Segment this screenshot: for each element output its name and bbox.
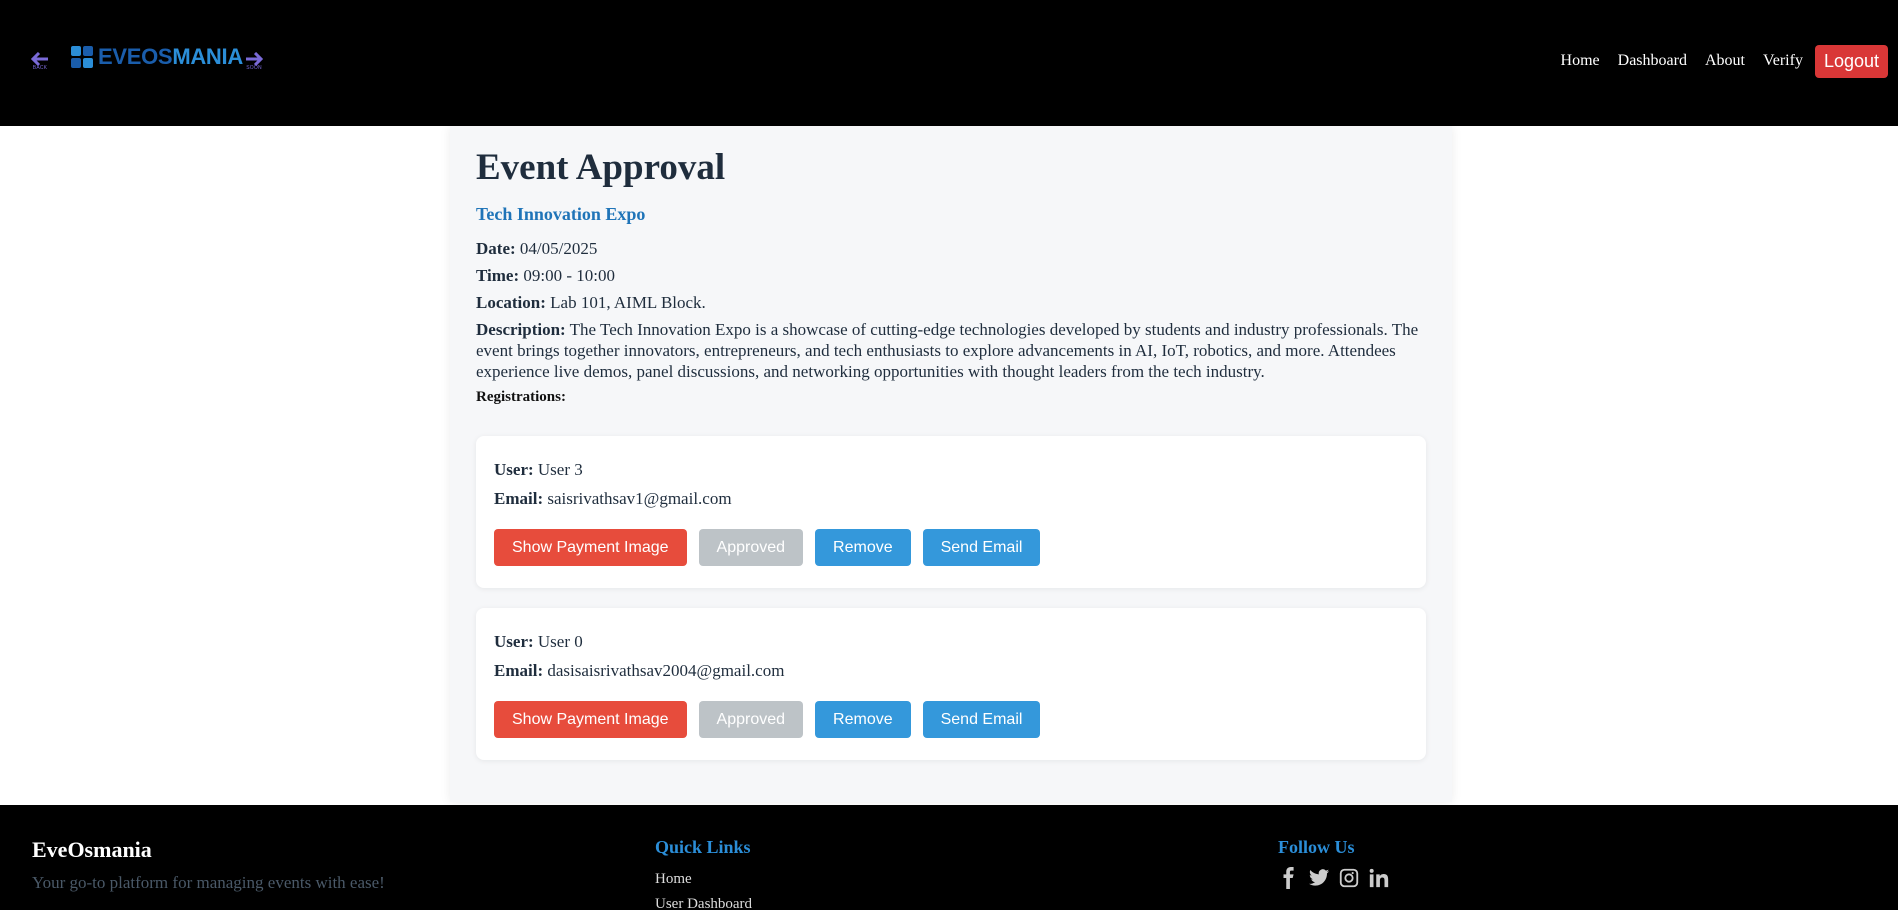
- approved-button[interactable]: Approved: [698, 529, 804, 566]
- event-approval-card: Event Approval Tech Innovation Expo Date…: [450, 126, 1452, 802]
- logo-icon: [71, 46, 93, 68]
- email-value: dasisaisrivathsav2004@gmail.com: [547, 661, 785, 680]
- logout-button[interactable]: Logout: [1814, 44, 1888, 78]
- time-label: Time:: [476, 266, 520, 285]
- registrations-label: Registrations:: [476, 389, 566, 405]
- location-value: Lab 101, AIML Block.: [550, 293, 706, 312]
- quick-links: Home User Dashboard: [655, 867, 752, 910]
- remove-button[interactable]: Remove: [815, 701, 911, 738]
- email-value: saisrivathsav1@gmail.com: [547, 489, 732, 508]
- arrow-right-icon: [246, 52, 263, 66]
- remove-button[interactable]: Remove: [815, 529, 911, 566]
- registration-card: User: User 0 Email: dasisaisrivathsav200…: [476, 608, 1426, 760]
- nav-verify[interactable]: Verify: [1763, 52, 1803, 70]
- nav-home[interactable]: Home: [1561, 52, 1600, 70]
- logo-text-part2: MANIA: [172, 44, 243, 69]
- user-value: User 0: [537, 632, 583, 651]
- twitter-icon[interactable]: [1308, 867, 1330, 889]
- registration-card: User: User 3 Email: saisrivathsav1@gmail…: [476, 436, 1426, 588]
- user-label: User:: [494, 460, 534, 479]
- send-email-button[interactable]: Send Email: [922, 529, 1041, 566]
- back-caption: BACK: [32, 65, 48, 71]
- soon-caption: SOON: [246, 65, 262, 71]
- footer: EveOsmania Your go-to platform for manag…: [0, 805, 1898, 910]
- registration-user: User: User 0: [494, 632, 1408, 652]
- show-payment-image-button[interactable]: Show Payment Image: [494, 529, 687, 566]
- show-payment-image-button[interactable]: Show Payment Image: [494, 701, 687, 738]
- location-label: Location:: [476, 293, 546, 312]
- arrow-left-icon: [31, 52, 48, 66]
- registration-actions: Show Payment Image Approved Remove Send …: [494, 529, 1408, 566]
- event-location: Location: Lab 101, AIML Block.: [476, 292, 1426, 313]
- description-label: Description:: [476, 320, 566, 339]
- social-links: [1278, 867, 1390, 889]
- nav-dashboard[interactable]: Dashboard: [1618, 52, 1687, 70]
- logo-text-part1: EVEOS: [98, 44, 173, 69]
- registration-user: User: User 3: [494, 460, 1408, 480]
- event-time: Time: 09:00 - 10:00: [476, 265, 1426, 286]
- footer-tagline: Your go-to platform for managing events …: [32, 873, 385, 892]
- description-value: The Tech Innovation Expo is a showcase o…: [476, 320, 1419, 381]
- quick-links-heading: Quick Links: [655, 837, 751, 857]
- instagram-icon[interactable]: [1338, 867, 1360, 889]
- logo[interactable]: EVEOSMANIA: [70, 44, 243, 70]
- nav-about[interactable]: About: [1705, 52, 1745, 70]
- registration-email: Email: dasisaisrivathsav2004@gmail.com: [494, 661, 1408, 681]
- send-email-button[interactable]: Send Email: [922, 701, 1041, 738]
- registration-email: Email: saisrivathsav1@gmail.com: [494, 489, 1408, 509]
- user-label: User:: [494, 632, 534, 651]
- page-title: Event Approval: [476, 147, 726, 188]
- footer-link-user-dashboard[interactable]: User Dashboard: [655, 892, 752, 910]
- event-date: Date: 04/05/2025: [476, 238, 1426, 259]
- event-description: Description: The Tech Innovation Expo is…: [476, 319, 1426, 382]
- date-label: Date:: [476, 239, 516, 258]
- event-name: Tech Innovation Expo: [476, 204, 646, 224]
- user-value: User 3: [537, 460, 583, 479]
- back-button[interactable]: BACK: [29, 52, 51, 74]
- logo-text: EVEOSMANIA: [98, 44, 243, 70]
- forward-button[interactable]: SOON: [243, 52, 265, 74]
- email-label: Email:: [494, 661, 544, 680]
- header: BACK EVEOSMANIA SOON Home Dashboard Abou…: [0, 0, 1898, 126]
- approved-button[interactable]: Approved: [698, 701, 804, 738]
- top-nav: Home Dashboard About Verify Logout: [1561, 44, 1888, 78]
- follow-us-heading: Follow Us: [1278, 837, 1355, 857]
- linkedin-icon[interactable]: [1368, 867, 1390, 889]
- date-value: 04/05/2025: [519, 239, 598, 258]
- facebook-icon[interactable]: [1278, 867, 1300, 889]
- time-value: 09:00 - 10:00: [523, 266, 615, 285]
- email-label: Email:: [494, 489, 544, 508]
- registration-actions: Show Payment Image Approved Remove Send …: [494, 701, 1408, 738]
- footer-brand: EveOsmania: [32, 837, 152, 862]
- footer-link-home[interactable]: Home: [655, 867, 752, 892]
